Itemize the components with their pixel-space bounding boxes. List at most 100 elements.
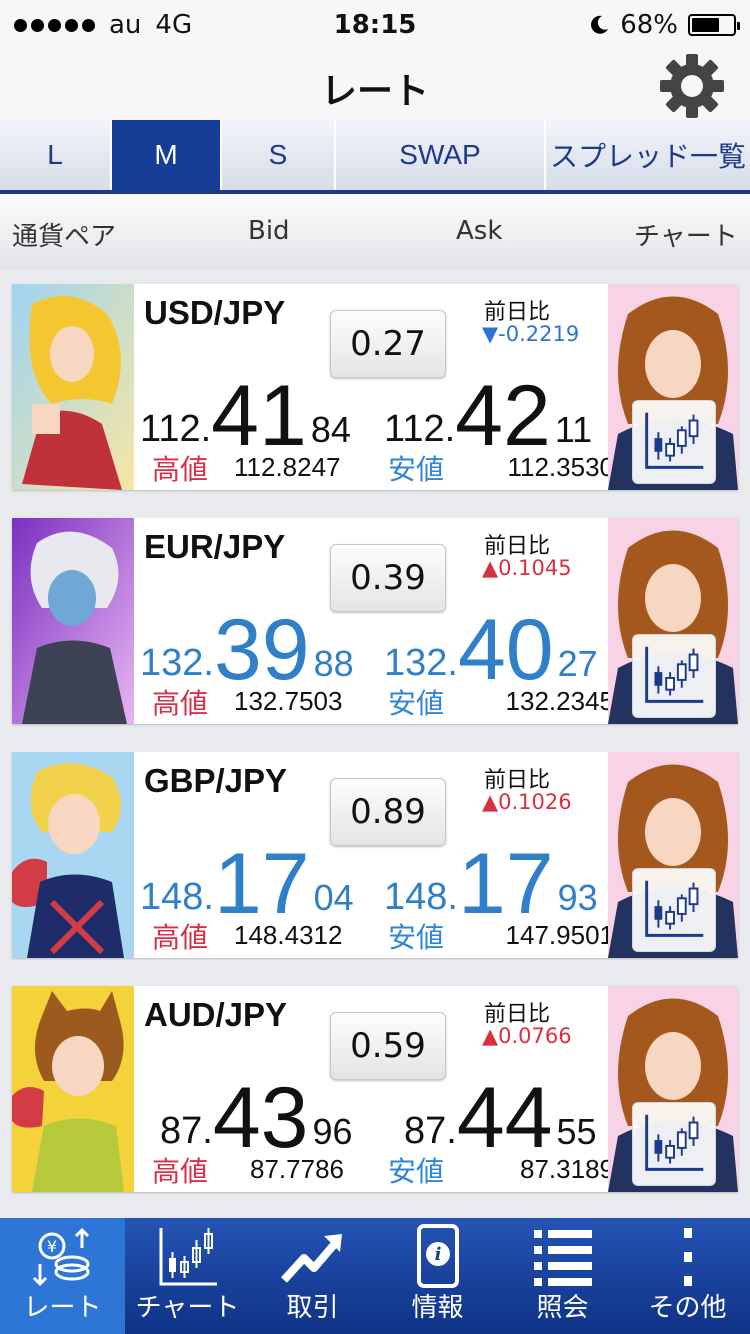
column-chart: チャート xyxy=(634,222,738,252)
rate-row-usdjpy[interactable]: USD/JPY 0.27 前日比 ▼-0.2219 112. 41 84 112… xyxy=(12,284,738,490)
bid-price[interactable]: 87. 43 96 xyxy=(160,1070,353,1167)
prev-day-change: ▲0.1026 xyxy=(482,790,572,814)
ask-price-fraction: 93 xyxy=(557,877,598,918)
bottom-tab-bar: ¥ レート チャート 取引 i 情報 照会 その他 xyxy=(0,1218,750,1334)
currency-pair: GBP/JPY xyxy=(144,762,288,799)
low-label: 安値 xyxy=(388,921,445,954)
rate-panel: GBP/JPY 0.89 前日比 ▲0.1026 148. 17 04 148.… xyxy=(134,752,616,958)
bid-price-fraction: 84 xyxy=(310,409,351,450)
rate-panel: AUD/JPY 0.59 前日比 ▲0.0766 87. 43 96 87. 4… xyxy=(134,986,616,1192)
ask-price-pips: 44 xyxy=(456,1070,553,1167)
low-value: 132.2345 xyxy=(505,686,614,716)
character-illustration-boxer xyxy=(12,752,134,958)
svg-text:¥: ¥ xyxy=(47,1237,57,1256)
tab-label: S xyxy=(268,139,288,170)
rate-row-gbpjpy[interactable]: GBP/JPY 0.89 前日比 ▲0.1026 148. 17 04 148.… xyxy=(12,752,738,958)
tabbar-label: 取引 xyxy=(286,1293,339,1323)
tabbar-item-info[interactable]: i 情報 xyxy=(375,1218,500,1334)
rate-size-tabs: L M S SWAP スプレッド一覧 xyxy=(0,120,750,194)
tab-s[interactable]: S xyxy=(222,120,336,190)
spread-button[interactable]: 0.27 xyxy=(330,310,446,378)
tab-label: L xyxy=(47,139,63,170)
character-illustration-cat-ears xyxy=(12,986,134,1192)
ask-price-pips: 42 xyxy=(455,368,551,465)
tab-label: スプレッド一覧 xyxy=(549,141,746,172)
high-label: 高値 xyxy=(152,687,209,720)
tab-m[interactable]: M xyxy=(112,120,222,190)
tab-l[interactable]: L xyxy=(0,120,112,190)
bid-price-fraction: 88 xyxy=(313,643,354,684)
battery-icon xyxy=(688,14,740,36)
currency-pair: AUD/JPY xyxy=(144,996,288,1033)
settings-gear-icon[interactable] xyxy=(656,50,728,122)
rate-row-eurjpy[interactable]: EUR/JPY 0.39 前日比 ▲0.1045 132. 39 88 132.… xyxy=(12,518,738,724)
tabbar-item-other[interactable]: その他 xyxy=(625,1218,750,1334)
tab-swap[interactable]: SWAP xyxy=(336,120,546,190)
navigation-bar: レート xyxy=(0,50,750,120)
low-value: 147.9501 xyxy=(505,920,614,950)
high-label: 高値 xyxy=(152,921,209,954)
svg-text:i: i xyxy=(435,1244,442,1265)
rate-panel: EUR/JPY 0.39 前日比 ▲0.1045 132. 39 88 132.… xyxy=(134,518,616,724)
more-vertical-icon xyxy=(684,1228,692,1286)
candlestick-chart-button[interactable] xyxy=(632,1102,716,1186)
low-label: 安値 xyxy=(388,1155,445,1188)
low-label: 安値 xyxy=(388,687,445,720)
candlestick-chart-button[interactable] xyxy=(632,868,716,952)
list-icon xyxy=(534,1230,592,1286)
ask-price[interactable]: 148. 17 93 xyxy=(384,836,598,933)
column-bid: Bid xyxy=(248,216,290,246)
tabbar-label: 照会 xyxy=(536,1293,589,1323)
info-phone-icon: i xyxy=(417,1224,459,1288)
bid-price[interactable]: 112. 41 84 xyxy=(140,373,351,459)
spread-button[interactable]: 0.39 xyxy=(330,544,446,612)
high-value: 112.8247 xyxy=(234,452,341,482)
tab-label: M xyxy=(154,139,178,170)
ask-price-pips: 17 xyxy=(457,836,554,933)
low-label: 安値 xyxy=(388,453,445,486)
tabbar-label: 情報 xyxy=(411,1293,464,1323)
bid-price-pips: 17 xyxy=(213,836,310,933)
battery-percent: 68% xyxy=(620,10,678,40)
tabbar-label: その他 xyxy=(648,1293,727,1323)
high-value: 87.7786 xyxy=(250,1154,344,1184)
bid-price[interactable]: 148. 17 04 xyxy=(140,836,354,933)
status-bar: au 4G 18:15 68% xyxy=(0,0,750,50)
tabbar-item-trade[interactable]: 取引 xyxy=(250,1218,375,1334)
ask-price-fraction: 55 xyxy=(556,1111,597,1152)
spread-button[interactable]: 0.59 xyxy=(330,1012,446,1080)
ask-price[interactable]: 112. 42 11 xyxy=(384,368,593,465)
ask-price-pips: 40 xyxy=(457,602,554,699)
moon-icon xyxy=(591,15,609,34)
candlestick-chart-button[interactable] xyxy=(632,634,716,718)
bid-price-fraction: 04 xyxy=(313,877,354,918)
high-value: 132.7503 xyxy=(234,686,343,716)
candlestick-chart-icon xyxy=(159,1228,217,1286)
low-value: 112.3530 xyxy=(507,452,614,482)
high-label: 高値 xyxy=(152,1155,209,1188)
tabbar-item-chart[interactable]: チャート xyxy=(125,1218,250,1334)
tab-spread-list[interactable]: スプレッド一覧 xyxy=(546,120,750,190)
page-title: レート xyxy=(320,71,429,112)
tabbar-item-inquiry[interactable]: 照会 xyxy=(500,1218,625,1334)
tabbar-item-rate[interactable]: ¥ レート xyxy=(0,1218,125,1334)
bid-price[interactable]: 132. 39 88 xyxy=(140,607,354,693)
prev-day-change: ▲0.0766 xyxy=(482,1024,572,1048)
column-header: 通貨ペア Bid Ask チャート xyxy=(0,194,750,270)
character-illustration-blonde xyxy=(12,284,134,490)
rate-row-audjpy[interactable]: AUD/JPY 0.59 前日比 ▲0.0766 87. 43 96 87. 4… xyxy=(12,986,738,1192)
spread-button[interactable]: 0.89 xyxy=(330,778,446,846)
prev-day-change: ▼-0.2219 xyxy=(482,322,580,346)
candlestick-chart-button[interactable] xyxy=(632,400,716,484)
currency-exchange-icon: ¥ xyxy=(32,1227,90,1287)
bid-price-pips: 43 xyxy=(212,1070,309,1167)
ask-price[interactable]: 87. 44 55 xyxy=(404,1070,597,1167)
low-value: 87.3189 xyxy=(520,1154,614,1184)
ask-price[interactable]: 132. 40 27 xyxy=(384,602,598,699)
character-illustration-blue-girl xyxy=(12,518,134,724)
currency-pair: EUR/JPY xyxy=(144,528,286,565)
rate-panel: USD/JPY 0.27 前日比 ▼-0.2219 112. 41 84 112… xyxy=(134,284,616,490)
ask-price-fraction: 11 xyxy=(554,409,593,450)
trend-arrow-icon xyxy=(281,1234,342,1283)
tabbar-label: レート xyxy=(23,1293,102,1323)
